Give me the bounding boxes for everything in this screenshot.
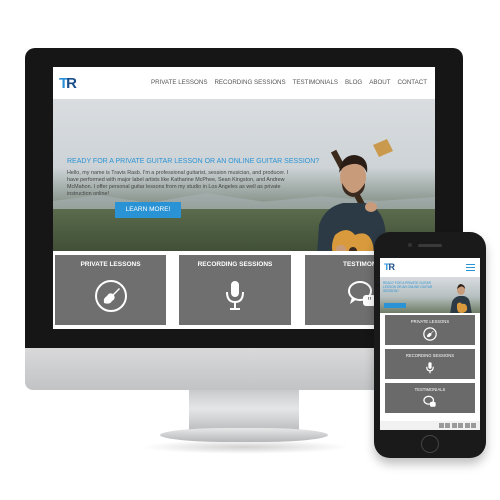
mobile-website: TR READY FOR A PRIVATE GUITAR LESSON OR … [380, 258, 480, 430]
nav-private-lessons[interactable]: PRIVATE LESSONS [151, 79, 208, 86]
mobile-hero-heading: READY FOR A PRIVATE GUITAR LESSON OR AN … [383, 281, 433, 293]
phone-speaker [418, 244, 442, 247]
mobile-header: TR [380, 258, 480, 276]
nav-about[interactable]: ABOUT [369, 79, 390, 86]
mobile-card-testimonials[interactable]: TESTIMONIALS [385, 383, 475, 413]
learn-more-button[interactable]: LEARN MORE! [115, 202, 181, 218]
site-logo[interactable]: TR [59, 75, 77, 92]
social-icon[interactable] [451, 423, 457, 428]
imac-shadow [140, 440, 350, 454]
card-label: PRIVATE LESSONS [80, 261, 141, 268]
microphone-icon [426, 362, 434, 374]
svg-text:": " [367, 296, 372, 307]
hero-paragraph: Hello, my name is Travis Rasb. I'm a pro… [67, 170, 289, 197]
mobile-card-label: RECORDING SESSIONS [405, 353, 455, 358]
mobile-card-private-lessons[interactable]: PRIVATE LESSONS [385, 315, 475, 345]
nav-blog[interactable]: BLOG [345, 79, 362, 86]
social-icon[interactable] [445, 423, 450, 428]
social-icon[interactable] [438, 423, 444, 428]
chat-quote-icon [423, 395, 436, 407]
nav-contact[interactable]: CONTACT [398, 79, 427, 86]
mobile-hero: READY FOR A PRIVATE GUITAR LESSON OR AN … [380, 277, 480, 313]
mobile-logo[interactable]: TR [384, 262, 395, 272]
social-icon[interactable] [464, 423, 470, 428]
hero-heading: READY FOR A PRIVATE GUITAR LESSON OR AN … [67, 158, 320, 165]
social-icon[interactable] [458, 423, 463, 428]
imac-stand-foot [160, 428, 328, 442]
logo-letter-r: R [388, 262, 395, 272]
card-label: RECORDING SESSIONS [197, 261, 273, 268]
card-recording-sessions[interactable]: RECORDING SESSIONS [179, 255, 291, 325]
phone-home-button[interactable] [421, 435, 439, 453]
hero-banner: READY FOR A PRIVATE GUITAR LESSON OR AN … [53, 99, 435, 251]
mobile-guitarist-photo [450, 284, 472, 313]
social-icons [438, 423, 476, 428]
mobile-card-recording-sessions[interactable]: RECORDING SESSIONS [385, 349, 475, 379]
hamburger-menu-icon[interactable] [466, 264, 475, 272]
guitar-icon [423, 327, 437, 341]
card-private-lessons[interactable]: PRIVATE LESSONS [55, 255, 166, 325]
nav-recording-sessions[interactable]: RECORDING SESSIONS [214, 79, 285, 86]
imac-stand [189, 390, 299, 432]
mobile-footer [380, 421, 480, 430]
phone-camera [408, 243, 412, 247]
mobile-learn-more-button[interactable] [384, 303, 406, 308]
guitar-icon [94, 280, 127, 312]
logo-letter-r: R [66, 75, 77, 92]
microphone-icon [226, 281, 244, 310]
social-icon[interactable] [471, 423, 476, 428]
mobile-card-label: PRIVATE LESSONS [410, 319, 450, 324]
site-header: TR PRIVATE LESSONS RECORDING SESSIONS TE… [53, 67, 435, 97]
nav-testimonials[interactable]: TESTIMONIALS [293, 79, 338, 86]
main-nav: PRIVATE LESSONS RECORDING SESSIONS TESTI… [151, 79, 427, 86]
mobile-card-label: TESTIMONIALS [414, 387, 446, 392]
